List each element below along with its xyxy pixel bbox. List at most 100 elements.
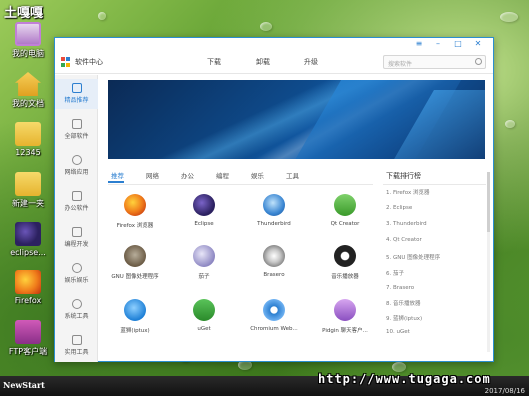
app-label: Chromium Web... <box>250 326 298 332</box>
app-tile-firefox[interactable]: Firefox 浏览器 <box>103 194 167 229</box>
ie-icon <box>124 299 146 321</box>
desktop-icon-folder-12345[interactable]: 12345 <box>4 122 52 157</box>
window-titlebar[interactable]: ≡ – □ ✕ <box>55 38 493 50</box>
desktop-icon-label: 新建一夹 <box>12 199 44 208</box>
ranking-item[interactable]: 6. 茄子 <box>386 269 404 277</box>
folder-icon <box>15 172 41 196</box>
tab-programming[interactable]: 编程 <box>216 170 229 180</box>
app-label: Eclipse <box>194 221 214 227</box>
sidebar-item-label: 精品推荐 <box>64 97 89 104</box>
divider <box>383 184 486 185</box>
banner-pager <box>448 149 485 159</box>
nav-upgrade[interactable]: 升级 <box>304 57 318 67</box>
menu-icon[interactable]: ≡ <box>413 39 425 48</box>
desktop-icon-computer[interactable]: 我的电脑 <box>4 22 52 59</box>
search-input[interactable]: 搜索软件 <box>383 55 486 69</box>
sidebar-item-label: 实用工具 <box>64 349 89 356</box>
ranking-item[interactable]: 9. 蓝狮(iptux) <box>386 314 422 322</box>
ranking-item[interactable]: 3. Thunderbird <box>386 221 427 227</box>
qt-creator-icon <box>334 194 356 216</box>
app-label: 音乐播放器 <box>331 274 359 280</box>
sidebar-item-label: 系统工具 <box>64 313 89 320</box>
desktop-icon-label: 我的电脑 <box>12 49 44 58</box>
ranking-item[interactable]: 7. Brasero <box>386 285 414 291</box>
app-tile-audio-player[interactable]: 音乐播放器 <box>313 245 377 280</box>
sidebar-item-featured[interactable]: 精品推荐 <box>55 79 98 109</box>
sidebar-item-all[interactable]: 全部软件 <box>55 115 98 145</box>
desktop-icon-label: eclipse... <box>10 248 46 257</box>
cheese-icon <box>193 245 215 267</box>
app-logo-icon <box>61 57 71 67</box>
sidebar-item-label: 办公软件 <box>64 205 89 212</box>
nav-download[interactable]: 下载 <box>207 57 221 67</box>
water-drop <box>392 362 406 372</box>
tab-tools[interactable]: 工具 <box>286 170 299 180</box>
ranking-item[interactable]: 2. Eclipse <box>386 205 412 211</box>
app-label: 茄子 <box>198 274 210 280</box>
tab-office[interactable]: 办公 <box>181 170 194 180</box>
start-button[interactable]: NewStart <box>3 380 45 390</box>
close-button[interactable]: ✕ <box>472 39 484 48</box>
ranking-title: 下载排行榜 <box>386 172 421 180</box>
app-tile-brasero[interactable]: Brasero <box>242 245 306 278</box>
tab-entertainment[interactable]: 娱乐 <box>251 170 264 180</box>
ranking-item[interactable]: 5. GNU 图像处理程序 <box>386 253 440 261</box>
app-label: uGet <box>197 326 211 332</box>
ranking-item[interactable]: 10. uGet <box>386 329 410 335</box>
ranking-item[interactable]: 8. 音乐播放器 <box>386 299 421 307</box>
featured-banner[interactable] <box>108 80 485 159</box>
software-center-window: ≡ – □ ✕ 软件中心 下载 卸载 升级 搜索软件 精品推荐 全部软件 网络应… <box>54 37 494 362</box>
app-label: Brasero <box>263 272 285 278</box>
app-tile-uget[interactable]: uGet <box>172 299 236 332</box>
eclipse-icon <box>193 194 215 216</box>
nav-uninstall[interactable]: 卸载 <box>256 57 270 67</box>
app-tile-qt-creator[interactable]: Qt Creator <box>313 194 377 227</box>
desktop-icon-firefox[interactable]: Firefox <box>4 270 52 305</box>
sidebar-item-label: 网络应用 <box>64 169 89 176</box>
desktop-icon-eclipse[interactable]: eclipse... <box>4 222 52 257</box>
app-label: Thunderbird <box>257 221 291 227</box>
sidebar-item-system[interactable]: 系统工具 <box>55 295 98 325</box>
search-icon[interactable] <box>475 58 482 65</box>
window-header: 软件中心 下载 卸载 升级 搜索软件 <box>55 50 493 74</box>
brasero-icon <box>263 245 285 267</box>
minimize-button[interactable]: – <box>432 39 444 48</box>
desktop-icon-label: FTP客户端 <box>8 347 48 356</box>
star-icon <box>71 83 82 93</box>
app-label: Firefox 浏览器 <box>116 223 154 229</box>
sidebar-item-entertainment[interactable]: 娱乐娱乐 <box>55 259 98 289</box>
desktop-icon-ftp[interactable]: FTP客户端 <box>4 320 52 357</box>
desktop-icon-label: Firefox <box>14 296 42 305</box>
sidebar-item-utilities[interactable]: 实用工具 <box>55 331 98 361</box>
desktop-icon-label: 我的文档 <box>12 99 44 108</box>
scrollbar[interactable] <box>487 172 490 352</box>
sidebar-item-network[interactable]: 网络应用 <box>55 151 98 181</box>
app-tile-iptux[interactable]: 蓝狮(iptux) <box>103 299 167 334</box>
toolbox-icon <box>71 335 82 345</box>
url-watermark: http://www.tugaga.com <box>318 372 491 386</box>
app-tile-thunderbird[interactable]: Thunderbird <box>242 194 306 227</box>
sidebar-item-office[interactable]: 办公软件 <box>55 187 98 217</box>
app-label: GNU 图像处理程序 <box>111 274 159 280</box>
ranking-item[interactable]: 4. Qt Creator <box>386 237 422 243</box>
app-tile-eclipse[interactable]: Eclipse <box>172 194 236 227</box>
category-tabs: 推荐 网络 办公 编程 娱乐 工具 <box>108 170 368 184</box>
taskbar-date: 2017/08/16 <box>484 387 525 395</box>
tab-network[interactable]: 网络 <box>146 170 159 180</box>
sidebar-item-programming[interactable]: 编程开发 <box>55 223 98 253</box>
app-tile-chromium[interactable]: Chromium Web... <box>242 299 306 332</box>
app-tile-pidgin[interactable]: Pidgin 聊天客户... <box>313 299 377 334</box>
water-drop <box>505 120 515 128</box>
eclipse-icon <box>15 222 41 246</box>
scrollbar-thumb[interactable] <box>487 172 490 232</box>
desktop-icon-new-folder[interactable]: 新建一夹 <box>4 172 52 209</box>
water-drop <box>98 12 106 20</box>
tab-recommended[interactable]: 推荐 <box>111 170 124 180</box>
maximize-button[interactable]: □ <box>452 39 464 48</box>
desktop-icon-documents[interactable]: 我的文档 <box>4 72 52 109</box>
firefox-icon <box>15 270 41 294</box>
app-tile-gimp[interactable]: GNU 图像处理程序 <box>103 245 167 280</box>
app-tile-cheese[interactable]: 茄子 <box>172 245 236 280</box>
gear-icon <box>71 299 82 309</box>
ranking-item[interactable]: 1. Firefox 浏览器 <box>386 188 429 196</box>
